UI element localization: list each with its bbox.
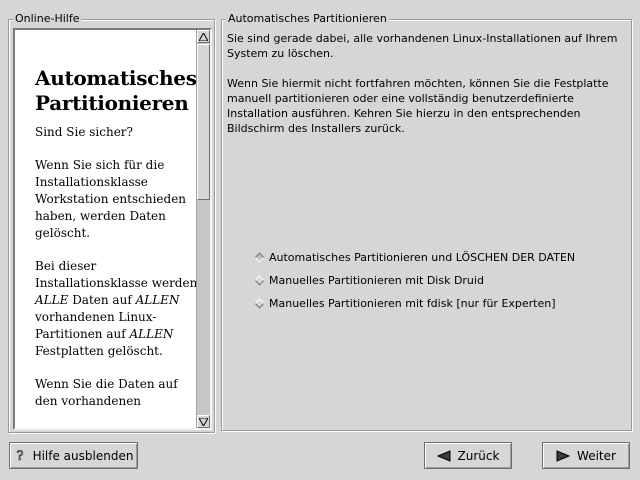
- partition-options: Automatisches Partitionieren und LÖSCHEN…: [254, 249, 575, 318]
- radio-auto-partition[interactable]: [254, 252, 264, 262]
- help-content: Automatisches Partitionieren Sind Sie si…: [15, 30, 199, 428]
- help-scrollbar[interactable]: [196, 30, 210, 428]
- help-frame-title: Online-Hilfe: [13, 12, 82, 26]
- svg-text:?: ?: [16, 449, 23, 463]
- scroll-thumb[interactable]: [197, 44, 210, 200]
- back-label: Zurück: [457, 448, 500, 463]
- question-mark-icon: ?: [14, 448, 26, 463]
- radio-fdisk[interactable]: [254, 298, 264, 308]
- next-label: Weiter: [577, 448, 616, 463]
- next-button[interactable]: Weiter: [542, 442, 630, 469]
- help-paragraph-3: Bei dieser Installationsklasse werden AL…: [35, 259, 198, 358]
- help-pane: Automatisches Partitionieren Sind Sie si…: [13, 28, 212, 430]
- scroll-down-button[interactable]: [197, 415, 210, 428]
- radio-disk-druid[interactable]: [254, 275, 264, 285]
- hide-help-label: Hilfe ausblenden: [32, 448, 134, 463]
- option-disk-druid-label[interactable]: Manuelles Partitionieren mit Disk Druid: [269, 274, 484, 287]
- triangle-up-icon: [198, 31, 209, 42]
- option-fdisk-label[interactable]: Manuelles Partitionieren mit fdisk [nur …: [269, 297, 556, 310]
- option-fdisk[interactable]: Manuelles Partitionieren mit fdisk [nur …: [254, 295, 575, 311]
- option-auto-partition-label[interactable]: Automatisches Partitionieren und LÖSCHEN…: [269, 251, 575, 264]
- main-frame: Automatisches Partitionieren Sie sind ge…: [221, 12, 632, 431]
- scroll-up-button[interactable]: [197, 30, 210, 43]
- option-auto-partition[interactable]: Automatisches Partitionieren und LÖSCHEN…: [254, 249, 575, 265]
- arrow-left-icon: [436, 449, 451, 462]
- help-paragraph-2: Wenn Sie sich für die Installationsklass…: [35, 158, 187, 240]
- back-button[interactable]: Zurück: [424, 442, 512, 469]
- triangle-down-icon: [198, 417, 209, 428]
- help-heading-line2: Partitionieren: [35, 91, 189, 115]
- main-paragraph-1: Sie sind gerade dabei, alle vorhandenen …: [227, 32, 618, 60]
- help-heading: Automatisches Partitionieren: [35, 66, 199, 116]
- option-disk-druid[interactable]: Manuelles Partitionieren mit Disk Druid: [254, 272, 575, 288]
- help-paragraph-1: Sind Sie sicher?: [35, 125, 133, 139]
- help-frame: Online-Hilfe Automatisches Partitioniere…: [8, 12, 215, 433]
- main-paragraph-2: Wenn Sie hiermit nicht fortfahren möchte…: [227, 77, 609, 135]
- help-heading-line1: Automatisches: [35, 66, 197, 90]
- arrow-right-icon: [556, 449, 571, 462]
- hide-help-button[interactable]: ? Hilfe ausblenden: [9, 442, 138, 469]
- main-frame-title: Automatisches Partitionieren: [226, 12, 389, 26]
- main-text: Sie sind gerade dabei, alle vorhandenen …: [227, 31, 627, 151]
- help-paragraph-4: Wenn Sie die Daten auf den vorhandenen: [35, 377, 178, 408]
